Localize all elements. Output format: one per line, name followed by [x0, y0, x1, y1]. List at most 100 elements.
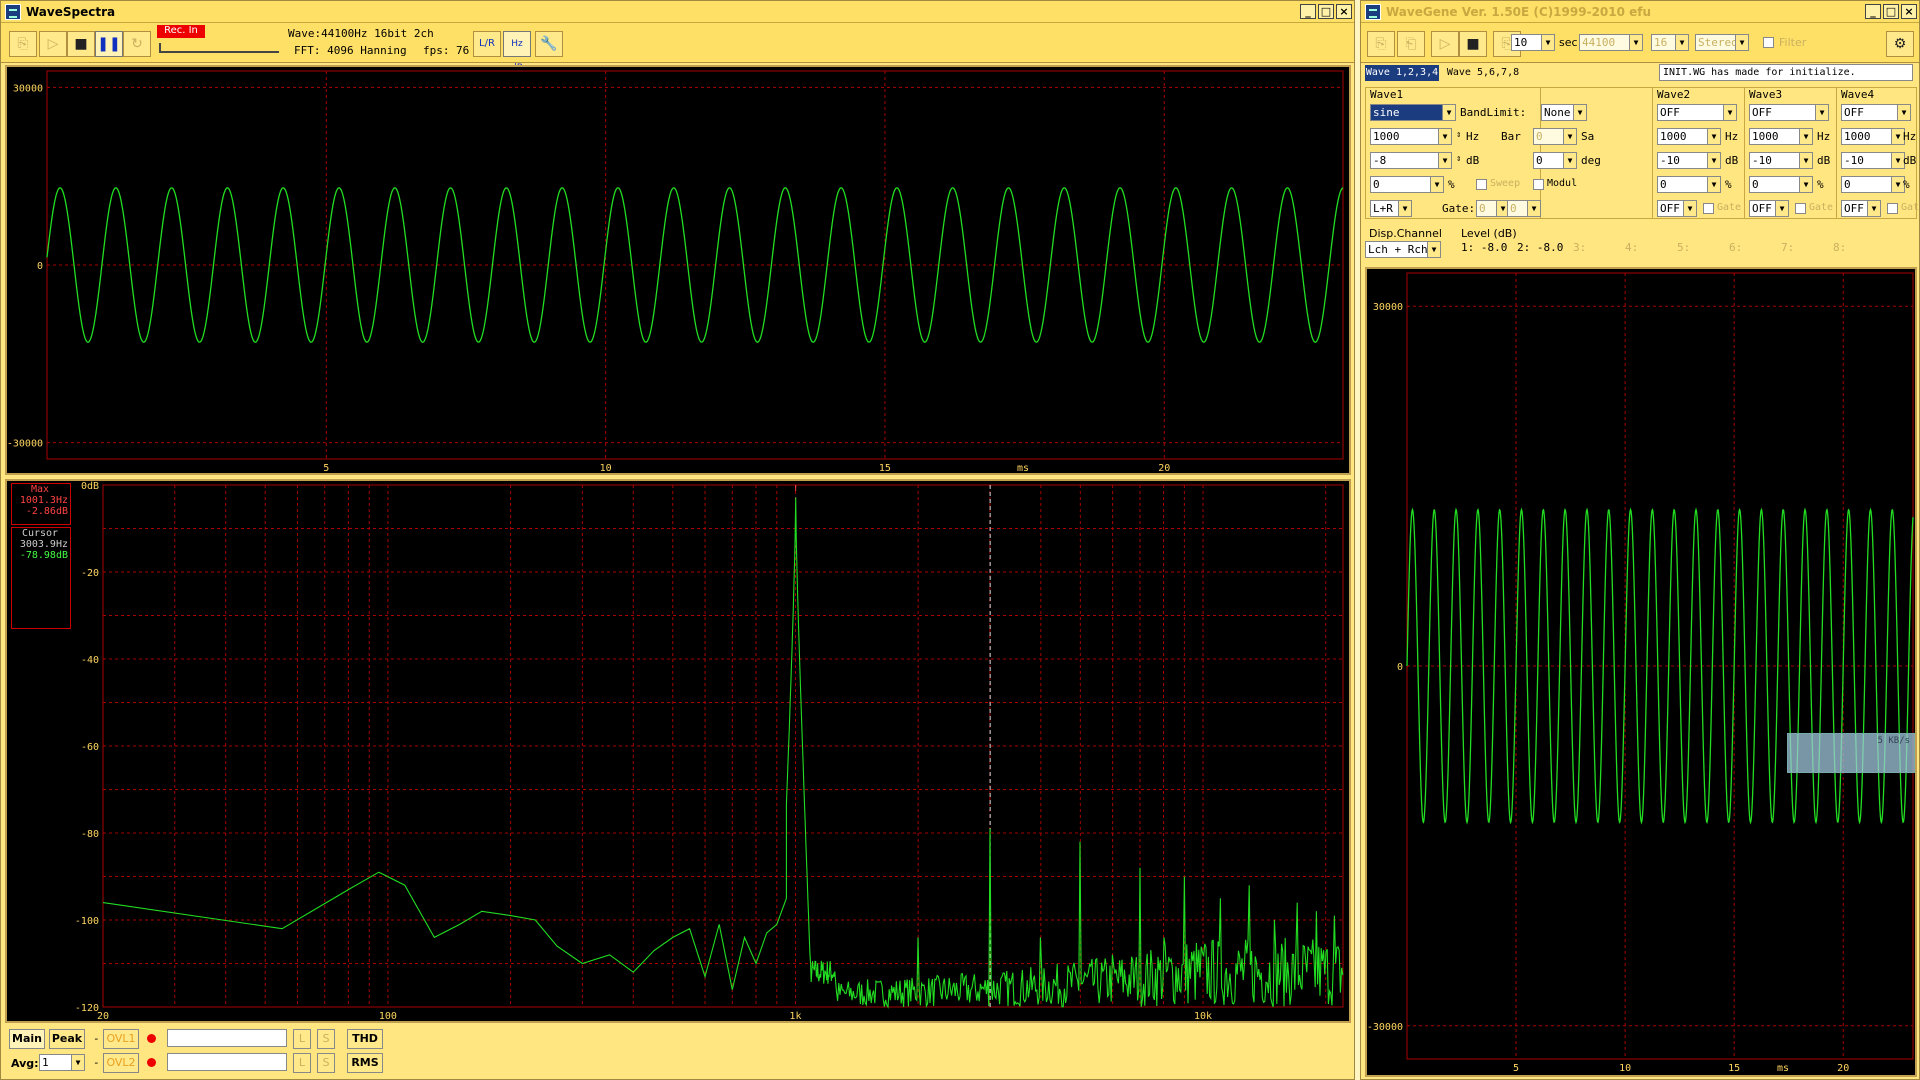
- open-file-icon[interactable]: ⎘: [9, 31, 37, 57]
- gate-select-1[interactable]: 0 ▼: [1476, 200, 1510, 217]
- wg-save-icon[interactable]: ⎗: [1397, 31, 1425, 57]
- filter-checkbox[interactable]: [1763, 37, 1774, 48]
- chevron-down-icon: ▼: [1541, 35, 1554, 50]
- bits-select[interactable]: 16 ▼: [1651, 34, 1689, 51]
- wave2-gate-checkbox[interactable]: [1703, 203, 1714, 214]
- loop-icon[interactable]: ↻: [123, 31, 151, 57]
- wave3-pct-label: %: [1817, 178, 1824, 191]
- wave2-type-select[interactable]: OFF ▼: [1657, 104, 1737, 121]
- level-field-2[interactable]: [167, 1053, 287, 1071]
- maximize-icon[interactable]: □: [1318, 4, 1334, 19]
- wave4-duty-select[interactable]: 0 ▼: [1841, 176, 1905, 193]
- peak-button[interactable]: Peak: [49, 1029, 85, 1049]
- wg-settings-icon[interactable]: ⚙: [1886, 31, 1914, 57]
- wave4-pct-label: %: [1903, 178, 1910, 191]
- wave3-level: -10: [1752, 154, 1772, 167]
- main-button[interactable]: Main: [9, 1029, 45, 1049]
- thd-button[interactable]: THD: [347, 1029, 383, 1049]
- wave1-channel-select[interactable]: L+R ▼: [1370, 200, 1412, 217]
- l-button-1[interactable]: L: [293, 1029, 311, 1049]
- wave3-level-select[interactable]: -10 ▼: [1749, 152, 1813, 169]
- wave4-gate-label: Gate: [1901, 202, 1920, 213]
- wg-y-tick-label: 0: [1397, 662, 1403, 673]
- rate-select[interactable]: 44100 ▼: [1579, 34, 1643, 51]
- wavespectra-titlebar[interactable]: WaveSpectra _ □ ×: [1, 1, 1354, 23]
- settings-wrench-icon[interactable]: 🔧: [535, 31, 563, 57]
- wg-maximize-icon[interactable]: □: [1883, 4, 1899, 19]
- wave3-gate-checkbox[interactable]: [1795, 203, 1806, 214]
- gate-select-2[interactable]: 0 ▼: [1507, 200, 1541, 217]
- freq-spin-icon[interactable]: ⇕: [1456, 130, 1461, 140]
- fps-label: fps:: [423, 44, 450, 57]
- wave4-gate-select[interactable]: OFF ▼: [1841, 200, 1881, 217]
- level-field-1[interactable]: [167, 1029, 287, 1047]
- wave2-gate-select[interactable]: OFF ▼: [1657, 200, 1697, 217]
- tab-wave-5-8[interactable]: Wave 5,6,7,8: [1443, 65, 1523, 81]
- wave1-type-select[interactable]: sine ▼: [1370, 104, 1456, 121]
- bandlimit-label: BandLimit:: [1460, 106, 1527, 119]
- wg-stop-icon[interactable]: ■: [1459, 31, 1487, 57]
- wg-play-icon[interactable]: ▷: [1431, 31, 1459, 57]
- rms-button[interactable]: RMS: [347, 1053, 383, 1073]
- wave-info: Wave:44100Hz 16bit 2ch: [288, 27, 434, 40]
- bar-select[interactable]: 0 ▼: [1533, 128, 1577, 145]
- spectrum-pane[interactable]: 20 100 1k 10k 0dB -20 -40 -60 -80 -100 -120 Max 10…: [5, 479, 1351, 1023]
- wave4-type-select[interactable]: OFF ▼: [1841, 104, 1911, 121]
- wave3-freq-select[interactable]: 1000 ▼: [1749, 128, 1813, 145]
- wave1-level-select[interactable]: -8 ▼: [1370, 152, 1452, 169]
- record-l-icon[interactable]: [147, 1034, 156, 1043]
- record-r-icon[interactable]: [147, 1058, 156, 1067]
- wave3-type-select[interactable]: OFF ▼: [1749, 104, 1829, 121]
- s-button-1[interactable]: S: [317, 1029, 335, 1049]
- filter-label: Filter: [1779, 36, 1807, 49]
- wg-close-icon[interactable]: ×: [1901, 4, 1917, 19]
- mode-select[interactable]: Stereo ▼: [1695, 34, 1749, 51]
- wave2-level-select[interactable]: -10 ▼: [1657, 152, 1721, 169]
- minimize-icon[interactable]: _: [1300, 4, 1316, 19]
- s-button-2[interactable]: S: [317, 1053, 335, 1073]
- wg-open-icon[interactable]: ⎘: [1367, 31, 1395, 57]
- bandlimit-select[interactable]: None ▼: [1541, 104, 1587, 121]
- bar-label: Bar: [1501, 130, 1521, 143]
- tab-wave-1-4[interactable]: Wave 1,2,3,4: [1365, 65, 1439, 81]
- wave3-duty-select[interactable]: 0 ▼: [1749, 176, 1813, 193]
- phase-select[interactable]: 0 ▼: [1533, 152, 1577, 169]
- wg-waveform-pane[interactable]: 5 10 15 20 ms 30000 0 -30000 5 KB/s: [1365, 267, 1917, 1077]
- wg-minimize-icon[interactable]: _: [1865, 4, 1881, 19]
- wave4-freq-select[interactable]: 1000 ▼: [1841, 128, 1905, 145]
- wg-x-tick-label: 20: [1837, 1063, 1849, 1074]
- level-spin-icon[interactable]: ⇕: [1456, 154, 1461, 164]
- play-icon[interactable]: ▷: [39, 31, 67, 57]
- wave2-duty-select[interactable]: 0 ▼: [1657, 176, 1721, 193]
- wave2-db-label: dB: [1725, 154, 1739, 167]
- wave1-duty-select[interactable]: 0 ▼: [1370, 176, 1444, 193]
- lr-channel-icon[interactable]: L/R: [473, 31, 501, 57]
- wave2-duty: 0: [1660, 178, 1667, 191]
- modul-checkbox[interactable]: [1533, 179, 1544, 190]
- rec-in-button[interactable]: Rec. In: [157, 25, 205, 38]
- chevron-down-icon: ▼: [1799, 153, 1812, 168]
- wave4-gate-checkbox[interactable]: [1887, 203, 1898, 214]
- wave3-duty: 0: [1752, 178, 1759, 191]
- avg-select[interactable]: 1 ▼: [39, 1054, 85, 1071]
- close-icon[interactable]: ×: [1336, 4, 1352, 19]
- mode-value: Stereo: [1698, 36, 1738, 49]
- wave1-freq-select[interactable]: 1000 ▼: [1370, 128, 1452, 145]
- wave1-title: Wave1: [1370, 88, 1404, 101]
- wave4-group: Wave4 OFF ▼ 1000 ▼ Hz -10 ▼ dB 0 ▼ % OFF ▼ Ga…: [1837, 87, 1920, 219]
- stop-icon[interactable]: ■: [67, 31, 95, 57]
- disp-channel-select[interactable]: Lch + Rch ▼: [1365, 241, 1441, 258]
- l-button-2[interactable]: L: [293, 1053, 311, 1073]
- wave4-level-select[interactable]: -10 ▼: [1841, 152, 1905, 169]
- wave3-gate-select[interactable]: OFF ▼: [1749, 200, 1789, 217]
- position-slider[interactable]: [159, 43, 279, 53]
- hz-db-icon[interactable]: Hz dB: [503, 31, 531, 73]
- sweep-checkbox[interactable]: [1476, 179, 1487, 190]
- duration-select[interactable]: 10 ▼: [1511, 34, 1555, 51]
- pause-icon[interactable]: ❚❚: [95, 31, 123, 57]
- wave4-duty: 0: [1844, 178, 1851, 191]
- waveform-pane[interactable]: 5 10 15 20 ms 30000 0 -30000: [5, 65, 1351, 475]
- wavegene-titlebar[interactable]: WaveGene Ver. 1.50E (C)1999-2010 efu _ □…: [1361, 1, 1919, 23]
- wave2-freq-select[interactable]: 1000 ▼: [1657, 128, 1721, 145]
- y-tick-label: -20: [81, 568, 99, 579]
